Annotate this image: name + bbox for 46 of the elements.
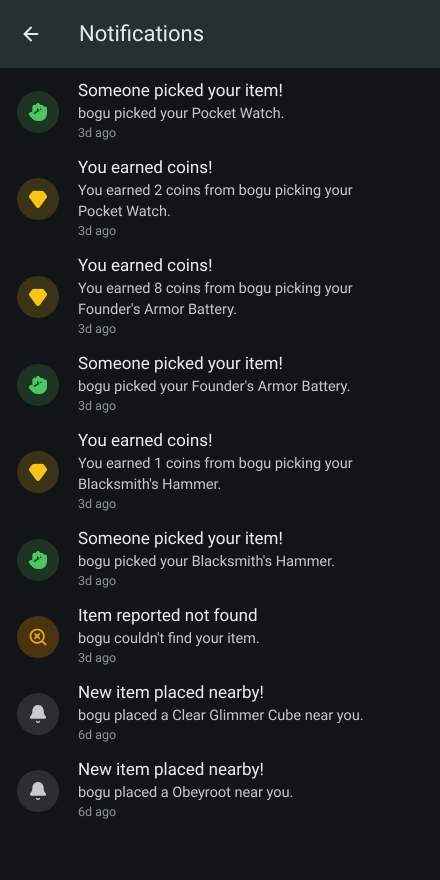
notification-item[interactable]: Someone picked your item! bogu picked your Founder's Armor Battery. 3d ago (0, 352, 440, 429)
notification-title: Someone picked your item! (78, 528, 284, 551)
notification-title: New item placed nearby! (78, 682, 265, 705)
search-icon (28, 626, 48, 646)
gem-icon (28, 462, 48, 482)
notification-item[interactable]: Someone picked your item! bogu picked your Pocket Watch. 3d ago (0, 79, 440, 156)
notification-item[interactable]: You earned coins! You earned 1 coins from bogu picking your Blacksmith's Hammer. 3d ago (0, 429, 440, 527)
notification-time: 3d ago (78, 125, 118, 143)
notification-time: 3d ago (78, 223, 118, 241)
notification-title: Someone picked your item! (78, 80, 284, 103)
gem-icon (28, 189, 48, 209)
hand-icon (28, 102, 48, 122)
notification-item[interactable]: Item reported not found bogu couldn't find your item. 3d ago (0, 604, 440, 681)
notification-message: You earned 8 coins from bogu picking your Founder's Armor Battery. (78, 279, 354, 320)
notification-time: 6d ago (78, 727, 118, 745)
bell-icon (28, 704, 48, 724)
notification-message: bogu picked your Pocket Watch. (78, 104, 286, 124)
notification-item[interactable]: You earned coins! You earned 2 coins from bogu picking your Pocket Watch. 3d ago (0, 156, 440, 254)
notification-message: bogu couldn't find your item. (78, 629, 261, 649)
notification-time: 3d ago (78, 321, 118, 339)
notification-message: bogu picked your Founder's Armor Battery. (78, 377, 352, 397)
hand-icon (28, 374, 48, 394)
notification-title: Someone picked your item! (78, 353, 284, 376)
notification-time: 3d ago (78, 496, 118, 514)
notification-time: 3d ago (78, 573, 118, 591)
notification-message: You earned 2 coins from bogu picking your Pocket Watch. (78, 181, 354, 222)
screen-title: Notifications (79, 20, 204, 48)
bell-icon (28, 780, 48, 800)
notification-item[interactable]: New item placed nearby! bogu placed a Obeyroot near you. 6d ago (0, 758, 440, 835)
notification-title: Item reported not found (78, 605, 259, 628)
notification-title: You earned coins! (78, 255, 214, 278)
notification-message: bogu picked your Blacksmith's Hammer. (78, 552, 336, 572)
notification-item[interactable]: New item placed nearby! bogu placed a Clear Glimmer Cube near you. 6d ago (0, 681, 440, 758)
notification-item[interactable]: Someone picked your item! bogu picked your Blacksmith's Hammer. 3d ago (0, 527, 440, 604)
notification-message: bogu placed a Clear Glimmer Cube near you. (78, 706, 365, 726)
notification-message: You earned 1 coins from bogu picking your Blacksmith's Hammer. (78, 454, 354, 495)
notification-title: You earned coins! (78, 157, 214, 180)
notification-time: 3d ago (78, 650, 118, 668)
notification-message: bogu placed a Obeyroot near you. (78, 783, 294, 803)
notification-time: 6d ago (78, 804, 118, 822)
hand-icon (28, 550, 48, 570)
notification-time: 3d ago (78, 398, 118, 416)
notification-title: New item placed nearby! (78, 759, 265, 782)
notification-title: You earned coins! (78, 430, 214, 453)
notification-item[interactable]: You earned coins! You earned 8 coins from bogu picking your Founder's Armor Battery. 3d ago (0, 254, 440, 352)
gem-icon (28, 287, 48, 307)
